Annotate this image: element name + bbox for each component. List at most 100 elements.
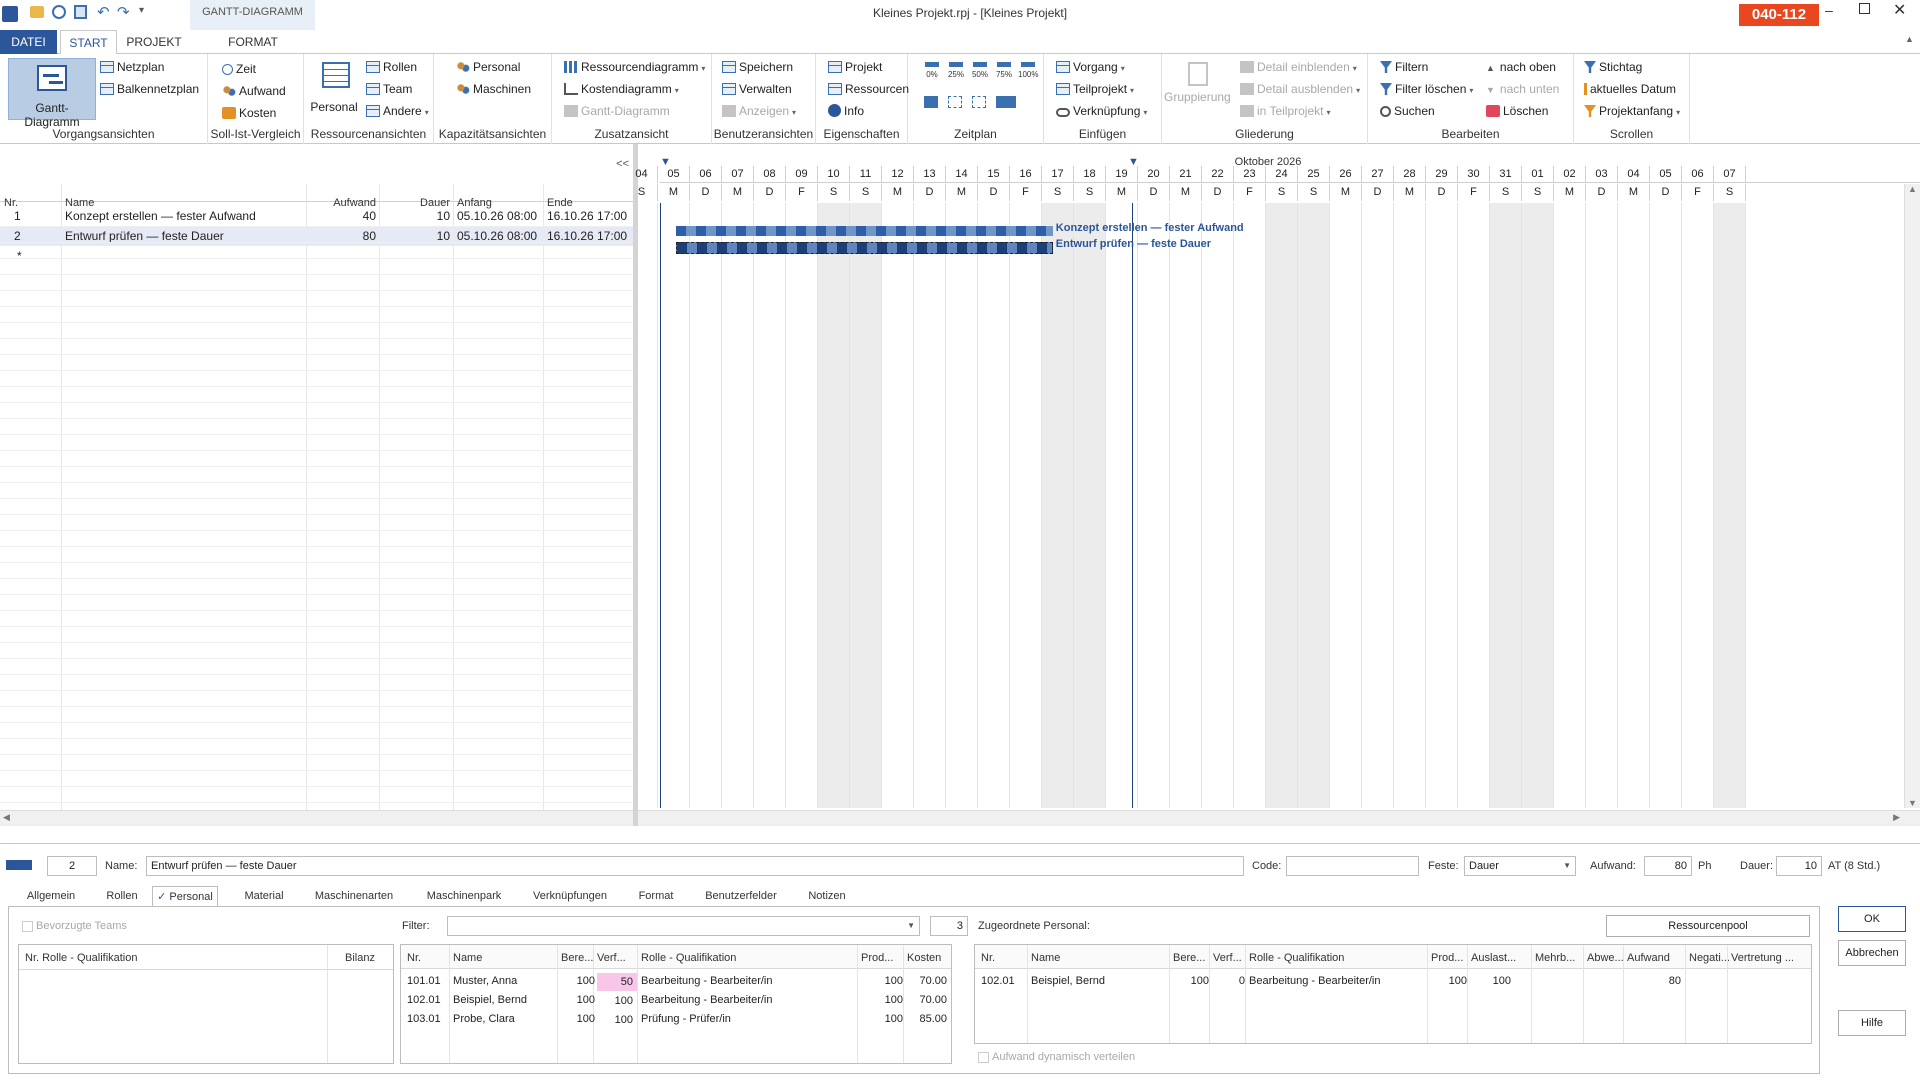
teilprojekt-button[interactable]: Teilprojekt ▾ <box>1056 80 1134 98</box>
scroll-down-icon[interactable]: ▼ <box>1908 798 1917 808</box>
assigned-col-header[interactable]: Verf... <box>1213 952 1242 964</box>
suchen-button[interactable]: Suchen <box>1380 102 1435 120</box>
table-row[interactable]: 102.01 Beispiel, Bernd 100 0 Bearbeitung - B… <box>975 973 1811 992</box>
row-anfang[interactable]: 05.10.26 08:00 <box>457 209 537 223</box>
schedule-icon-3[interactable] <box>972 96 986 108</box>
table-row[interactable]: 103.01 Probe, Clara 100 100 Prüfung - Prüfer… <box>401 1011 951 1030</box>
aufwand-field[interactable]: 80 <box>1644 856 1692 876</box>
row-dauer[interactable]: 10 <box>379 229 450 243</box>
table-row[interactable]: 101.01 Muster, Anna 100 50 Bearbeitung - Bea… <box>401 973 951 992</box>
open-folder-icon[interactable] <box>30 6 44 18</box>
balkennetzplan-button[interactable]: Balkennetzplan <box>100 80 199 98</box>
scroll-left-icon[interactable]: ◀ <box>3 812 10 823</box>
netzplan-button[interactable]: Netzplan <box>100 58 164 76</box>
row-name[interactable]: Entwurf prüfen — feste Dauer <box>65 229 224 243</box>
kostendiagramm-button[interactable]: Kostendiagramm ▾ <box>564 80 679 98</box>
avail-col-header[interactable]: Prod... <box>861 952 893 964</box>
gantt-h-scrollbar[interactable]: ▶ <box>638 810 1920 826</box>
tab-start[interactable]: START <box>60 30 117 55</box>
roles-col-nr[interactable]: Nr. Rolle - Qualifikation <box>25 952 138 964</box>
scroll-right-icon[interactable]: ▶ <box>1893 812 1900 823</box>
tab-format[interactable]: FORMAT <box>218 30 288 54</box>
undo-icon[interactable]: ↶ <box>97 3 110 21</box>
anzeigen-button[interactable]: Anzeigen ▾ <box>722 102 796 120</box>
projektanfang-button[interactable]: Projektanfang ▾ <box>1584 102 1680 120</box>
row-ende[interactable]: 16.10.26 17:00 <box>547 209 627 223</box>
nach-oben-button[interactable]: ▲ nach oben <box>1486 58 1556 76</box>
avail-col-header[interactable]: Verf... <box>597 952 626 964</box>
quick-access-menu-icon[interactable]: ▾ <box>139 5 144 16</box>
zusatz-gantt-button[interactable]: Gantt-Diagramm <box>564 102 670 120</box>
filtern-button[interactable]: Filtern <box>1380 58 1428 76</box>
stichtag-button[interactable]: Stichtag <box>1584 58 1642 76</box>
maximize-button[interactable] <box>1859 3 1870 14</box>
schedule-icon-2[interactable] <box>948 96 962 108</box>
scroll-up-icon[interactable]: ▲ <box>1908 184 1917 194</box>
gantt-bar[interactable] <box>676 242 1053 254</box>
andere-button[interactable]: Andere ▾ <box>366 102 429 120</box>
vorgang-button[interactable]: Vorgang ▾ <box>1056 58 1125 76</box>
filter-loeschen-button[interactable]: Filter löschen ▾ <box>1380 80 1473 98</box>
assigned-col-header[interactable]: Rolle - Qualifikation <box>1249 952 1344 964</box>
tab-verknuepfungen[interactable]: Verknüpfungen <box>526 886 614 906</box>
abbrechen-button[interactable]: Abbrechen <box>1838 940 1906 966</box>
zeit-button[interactable]: Zeit <box>222 60 256 78</box>
assigned-col-header[interactable]: Mehrb... <box>1535 952 1575 964</box>
row-ende[interactable]: 16.10.26 17:00 <box>547 229 627 243</box>
available-personnel-table[interactable]: Nr. Name Bere... Verf... Rolle - Qualifikati… <box>400 944 952 1064</box>
table-row-selected[interactable]: 2 Entwurf prüfen — feste Dauer 80 10 05.… <box>0 226 633 246</box>
detail-einblenden-button[interactable]: Detail einblenden ▾ <box>1240 58 1357 76</box>
task-nr-field[interactable]: 2 <box>47 856 97 876</box>
gantt-bar[interactable] <box>676 226 1053 236</box>
assigned-col-header[interactable]: Negati... <box>1689 952 1730 964</box>
percent-0-button[interactable]: 0% <box>922 62 942 86</box>
ressourcen-props-button[interactable]: Ressourcen <box>828 80 909 98</box>
team-button[interactable]: Team <box>366 80 412 98</box>
row-dauer[interactable]: 10 <box>379 209 450 223</box>
detail-ausblenden-button[interactable]: Detail ausblenden ▾ <box>1240 80 1360 98</box>
assigned-col-header[interactable]: Aufwand <box>1627 952 1670 964</box>
projekt-props-button[interactable]: Projekt <box>828 58 882 76</box>
percent-3-button[interactable]: 75% <box>994 62 1014 86</box>
loeschen-button[interactable]: Löschen <box>1486 102 1548 120</box>
assigned-col-header[interactable]: Vertretung ... <box>1731 952 1794 964</box>
rollen-button[interactable]: Rollen <box>366 58 417 76</box>
minimize-button[interactable]: – <box>1825 2 1833 18</box>
avail-col-header[interactable]: Name <box>453 952 482 964</box>
code-field[interactable] <box>1286 856 1419 876</box>
tab-material[interactable]: Material <box>236 886 292 906</box>
verwalten-button[interactable]: Verwalten <box>722 80 792 98</box>
filter-select[interactable]: ▼ <box>447 916 920 936</box>
kap-personal-button[interactable]: Personal <box>456 58 520 76</box>
assigned-personnel-table[interactable]: Nr. Name Bere... Verf... Rolle - Qualifikati… <box>974 944 1812 1044</box>
avail-col-header[interactable]: Bere... <box>561 952 593 964</box>
avail-col-header[interactable]: Nr. <box>407 952 421 964</box>
tab-maschinenpark[interactable]: Maschinenpark <box>418 886 510 906</box>
percent-1-button[interactable]: 25% <box>946 62 966 86</box>
tab-notizen[interactable]: Notizen <box>800 886 854 906</box>
schedule-icon-4[interactable] <box>996 96 1016 108</box>
row-aufwand[interactable]: 80 <box>306 229 376 243</box>
verknuepfung-button[interactable]: Verknüpfung ▾ <box>1056 102 1147 120</box>
gruppierung-button[interactable]: Gruppierung <box>1164 58 1231 120</box>
tab-rollen[interactable]: Rollen <box>96 886 148 906</box>
tab-projekt[interactable]: PROJEKT <box>122 30 186 54</box>
aufwand-button[interactable]: Aufwand <box>222 82 286 100</box>
refresh-icon[interactable] <box>52 5 66 19</box>
redo-icon[interactable]: ↷ <box>117 3 130 21</box>
task-name-field[interactable]: Entwurf prüfen — feste Dauer <box>146 856 1244 876</box>
tab-maschinenarten[interactable]: Maschinenarten <box>308 886 400 906</box>
new-row[interactable]: * <box>0 246 633 266</box>
feste-select[interactable]: Dauer ▼ <box>1464 856 1576 876</box>
save-icon[interactable] <box>74 5 87 19</box>
table-h-scrollbar[interactable]: ◀ <box>0 810 633 826</box>
table-row[interactable]: 102.01 Beispiel, Bernd 100 100 Bearbeitung -… <box>401 992 951 1011</box>
tab-datei[interactable]: DATEI <box>0 30 57 54</box>
roles-list[interactable]: Nr. Rolle - Qualifikation Bilanz <box>18 944 394 1064</box>
percent-4-button[interactable]: 100% <box>1018 62 1038 86</box>
schedule-icon-1[interactable] <box>924 96 938 108</box>
kap-maschinen-button[interactable]: Maschinen <box>456 80 531 98</box>
assigned-col-header[interactable]: Auslast... <box>1471 952 1516 964</box>
assigned-col-header[interactable]: Prod... <box>1431 952 1463 964</box>
avail-col-header[interactable]: Rolle - Qualifikation <box>641 952 736 964</box>
